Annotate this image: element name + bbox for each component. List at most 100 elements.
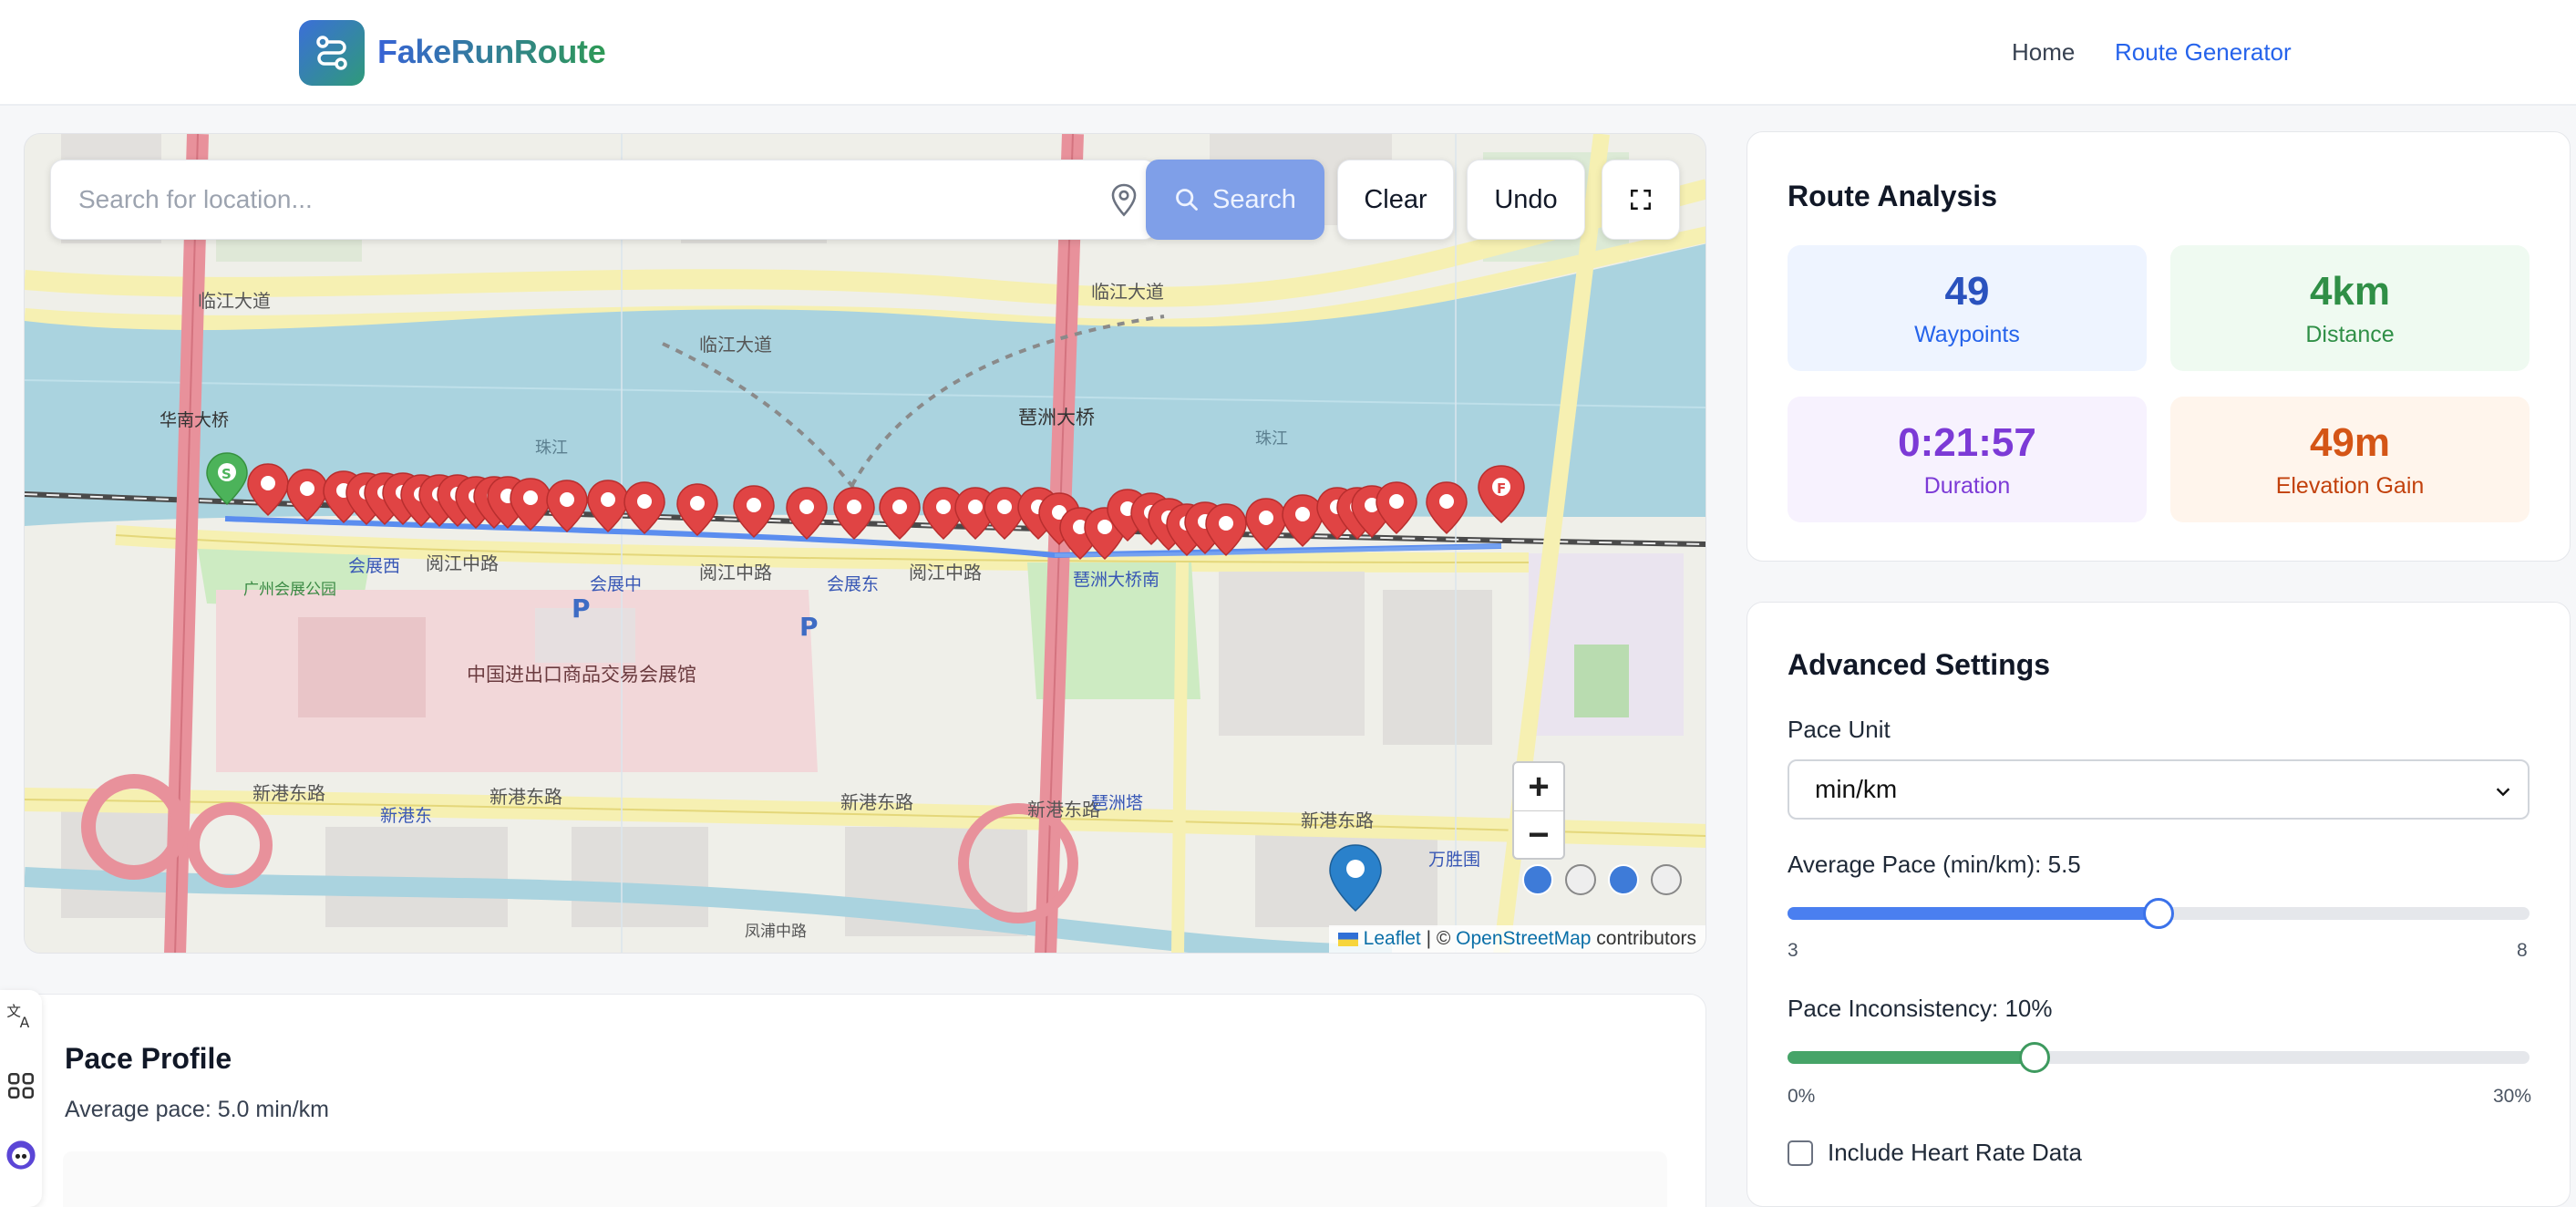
- advanced-settings-card: Advanced Settings Pace Unit min/km Avera…: [1747, 602, 2571, 1207]
- refresh-icon[interactable]: [1608, 864, 1639, 895]
- waypoints-value: 49: [1944, 269, 1990, 314]
- clear-button[interactable]: Clear: [1337, 160, 1454, 240]
- zoom-out-button[interactable]: −: [1514, 811, 1563, 860]
- pace-inconsistency-max: 30%: [2493, 1086, 2532, 1107]
- average-pace-slider-fill: [1788, 907, 2159, 920]
- map-tiles: 临江大道 临江大道 临江大道 珠江 珠江 琶洲大桥 华南大桥 阅江中路 阅江中路…: [25, 134, 1705, 953]
- translate-icon[interactable]: 文 A: [5, 999, 36, 1030]
- top-nav-bar: FakeRunRoute Home Route Generator: [0, 0, 2576, 106]
- advanced-settings-title: Advanced Settings: [1788, 648, 2051, 681]
- map-view[interactable]: 临江大道 临江大道 临江大道 珠江 珠江 琶洲大桥 华南大桥 阅江中路 阅江中路…: [24, 133, 1706, 954]
- zoom-in-button[interactable]: +: [1514, 763, 1563, 811]
- undo-button[interactable]: Undo: [1467, 160, 1585, 240]
- map-label-station: 万胜围: [1428, 850, 1480, 870]
- map-label-road: 临江大道: [198, 290, 271, 312]
- map-label-road: 新港东路: [840, 791, 913, 813]
- apps-grid-icon[interactable]: [5, 1070, 36, 1101]
- chevron-down-icon: [2496, 788, 2510, 797]
- fullscreen-icon: [1631, 190, 1651, 210]
- map-label-station: 新港东: [380, 806, 432, 826]
- map-label-road: 临江大道: [1091, 281, 1164, 303]
- map-label-station: 会展中: [590, 574, 642, 594]
- location-search-box: [50, 160, 1157, 240]
- parking-icon: P: [572, 593, 591, 624]
- floating-tool-rail: 文 A: [0, 990, 42, 1207]
- alert-icon[interactable]: [1651, 864, 1682, 895]
- search-button[interactable]: Search: [1146, 160, 1324, 240]
- map-label-road: 阅江中路: [426, 552, 499, 574]
- pace-profile-chart: [63, 1151, 1667, 1207]
- map-label-station: 会展西: [348, 556, 400, 576]
- alert-icon[interactable]: [1565, 864, 1596, 895]
- svg-text:F: F: [1497, 480, 1506, 497]
- pace-inconsistency-slider-thumb[interactable]: [2019, 1042, 2051, 1073]
- map-label-river: 珠江: [535, 438, 568, 458]
- map-label-station: 琶洲大桥南: [1073, 570, 1159, 590]
- zoom-control: + −: [1512, 761, 1565, 860]
- average-pace-slider-thumb[interactable]: [2143, 898, 2174, 929]
- elevation-stat: 49m Elevation Gain: [2170, 397, 2530, 522]
- fullscreen-button[interactable]: [1602, 160, 1680, 240]
- map-label-station: 会展东: [827, 574, 879, 594]
- pace-profile-subtitle: Average pace: 5.0 min/km: [65, 1097, 329, 1122]
- average-pace-max: 8: [2517, 940, 2528, 961]
- parking-icon: P: [799, 612, 819, 642]
- distance-value: 4km: [2309, 269, 2391, 314]
- distance-label: Distance: [2305, 322, 2395, 347]
- map-label-road: 新港东路: [252, 782, 325, 804]
- map-label-canton-fair: 中国进出口商品交易会展馆: [467, 664, 696, 686]
- heart-rate-checkbox[interactable]: [1788, 1140, 1813, 1166]
- map-label-bridge: 琶洲大桥: [1018, 407, 1095, 428]
- attribution-separator: | ©: [1426, 928, 1451, 949]
- distance-stat: 4km Distance: [2170, 245, 2530, 371]
- pace-inconsistency-slider-fill: [1788, 1051, 2035, 1064]
- map-label-station: 琶洲塔: [1091, 793, 1143, 813]
- map-label-road: 新港东路: [489, 786, 562, 808]
- location-search-input[interactable]: [51, 160, 1081, 239]
- map-attribution: Leaflet | © OpenStreetMap contributors: [1328, 925, 1705, 953]
- search-icon: [1176, 189, 1198, 211]
- map-label-road: 凤浦中路: [745, 923, 807, 941]
- waypoints-label: Waypoints: [1914, 322, 2020, 347]
- app-logo-icon[interactable]: [299, 20, 365, 86]
- nav-route-generator-link[interactable]: Route Generator: [2115, 38, 2292, 67]
- pace-profile-title: Pace Profile: [65, 1042, 232, 1075]
- route-analysis-card: Route Analysis 49 Waypoints 4km Distance…: [1747, 131, 2571, 562]
- app-name[interactable]: FakeRunRoute: [377, 33, 606, 71]
- route-analysis-title: Route Analysis: [1788, 180, 1997, 212]
- attribution-contributors: contributors: [1596, 928, 1696, 949]
- pace-profile-card: Pace Profile Average pace: 5.0 min/km: [24, 994, 1706, 1207]
- map-label-road: 新港东路: [1301, 810, 1374, 831]
- map-label-road: 阅江中路: [699, 562, 772, 583]
- pace-unit-label: Pace Unit: [1788, 716, 1891, 743]
- pace-inconsistency-min: 0%: [1788, 1086, 1816, 1107]
- map-label-bridge: 华南大桥: [160, 410, 229, 430]
- ukraine-flag-icon: [1337, 932, 1358, 946]
- duration-label: Duration: [1923, 473, 2011, 499]
- average-pace-label: Average Pace (min/km): 5.5: [1788, 851, 2081, 878]
- svg-text:S: S: [222, 466, 232, 482]
- map-label-road: 阅江中路: [909, 562, 982, 583]
- pace-inconsistency-label: Pace Inconsistency: 10%: [1788, 995, 2053, 1022]
- map-label-road: 新港东路: [1027, 799, 1100, 820]
- refresh-icon[interactable]: [1522, 864, 1553, 895]
- average-pace-min: 3: [1788, 940, 1798, 961]
- pace-inconsistency-slider[interactable]: [1788, 1042, 2530, 1073]
- leaflet-link[interactable]: Leaflet: [1364, 928, 1421, 950]
- map-pin-icon[interactable]: [1108, 182, 1139, 219]
- map-label-road: 临江大道: [699, 334, 772, 356]
- search-button-label: Search: [1212, 184, 1296, 214]
- duration-stat: 0:21:57 Duration: [1788, 397, 2147, 522]
- pace-unit-select[interactable]: min/km: [1788, 759, 2530, 820]
- elevation-value: 49m: [2309, 420, 2391, 465]
- assistant-bot-icon[interactable]: [5, 1140, 36, 1171]
- nav-home-link[interactable]: Home: [2012, 38, 2075, 67]
- average-pace-slider[interactable]: [1788, 898, 2530, 929]
- elevation-label: Elevation Gain: [2275, 473, 2425, 499]
- map-label-park: 广州会展公园: [243, 581, 336, 599]
- duration-value: 0:21:57: [1898, 420, 2036, 465]
- pace-unit-value: min/km: [1815, 775, 1898, 803]
- svg-text:A: A: [20, 1015, 30, 1030]
- heart-rate-label: Include Heart Rate Data: [1828, 1139, 2082, 1166]
- osm-link[interactable]: OpenStreetMap: [1456, 928, 1591, 950]
